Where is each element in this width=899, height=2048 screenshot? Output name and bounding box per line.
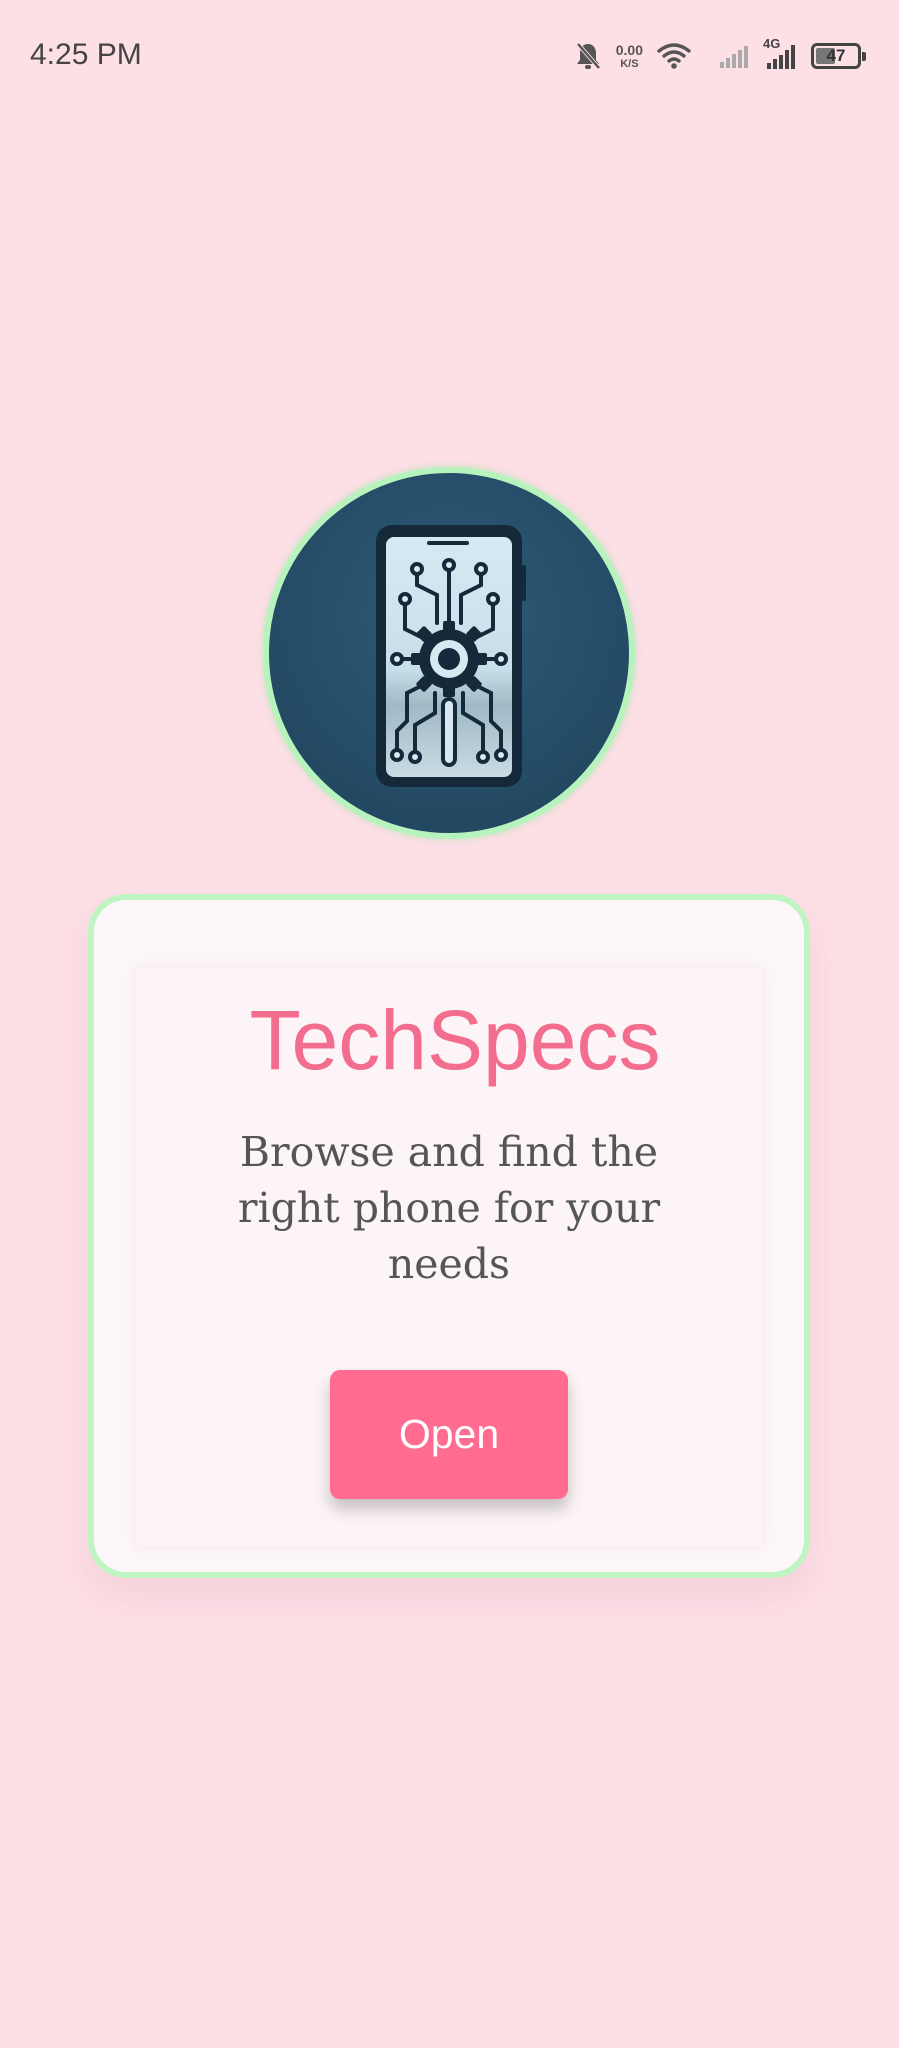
net-speed: 0.00 K/S	[616, 43, 643, 70]
welcome-card: TechSpecs Browse and find the right phon…	[88, 894, 810, 1578]
phone-circuit-icon	[376, 525, 526, 787]
status-bar: 4:25 PM 0.00 K/S 4G 47	[0, 0, 899, 110]
open-button[interactable]: Open	[330, 1370, 568, 1499]
signal-4g-icon: 4G	[763, 36, 797, 70]
status-time: 4:25 PM	[30, 38, 142, 71]
app-logo	[263, 467, 635, 839]
wifi-icon	[657, 42, 691, 70]
signal-weak-icon	[719, 43, 749, 69]
battery-level: 47	[826, 46, 846, 65]
net-speed-unit: K/S	[620, 57, 639, 70]
net-speed-value: 0.00	[615, 41, 643, 58]
app-title: TechSpecs	[249, 993, 661, 1087]
status-icons: 0.00 K/S 4G 47	[574, 36, 866, 76]
app-description: Browse and find the right phone for your…	[237, 1128, 661, 1288]
battery-icon: 47	[811, 43, 866, 69]
notifications-off-icon	[574, 41, 602, 71]
